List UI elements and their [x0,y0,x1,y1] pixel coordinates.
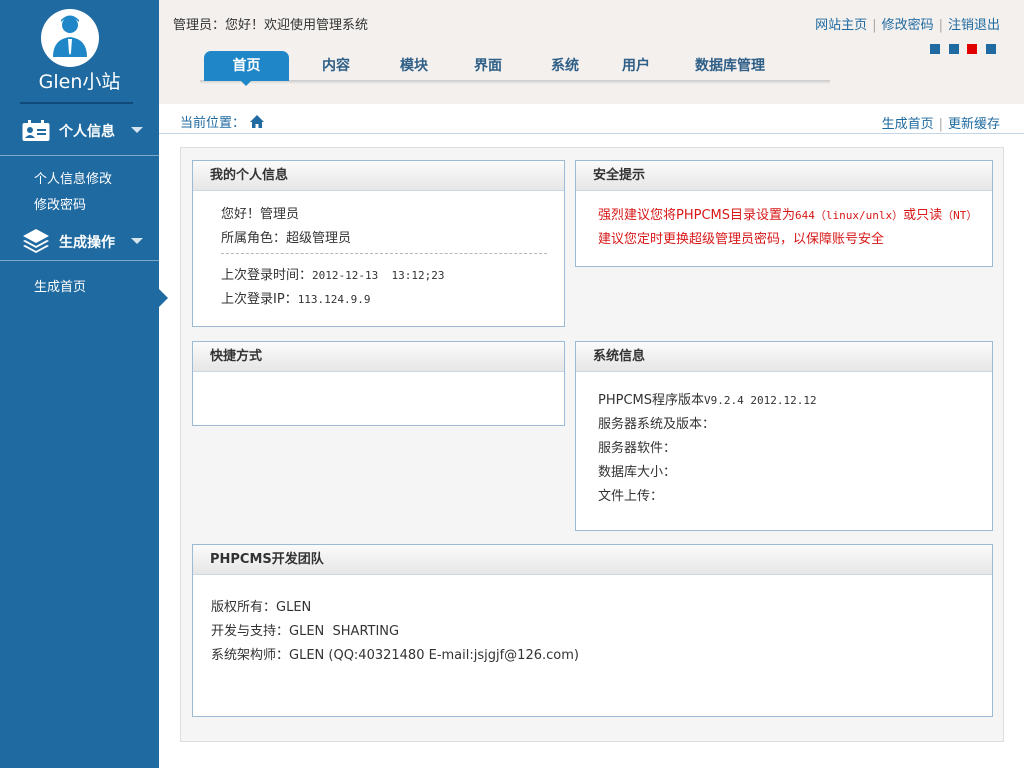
panel-shortcuts: 快捷方式 [192,341,565,426]
last-login-ip-value: 113.124.9.9 [297,293,371,306]
last-login-time-label: 上次登录时间： [221,268,313,283]
dashed-divider [221,253,547,254]
panel-title: 我的个人信息 [193,161,564,191]
last-login-time-value: 2012-12-13 13:12;23 [312,269,445,282]
security-tip-text: 强烈建议您将PHPCMS目录设置为 [598,208,795,223]
link-site-home[interactable]: 网站主页 [815,18,867,33]
link-change-password[interactable]: 修改密码 [882,18,934,33]
generate-home-link[interactable]: 生成首页 [882,117,934,132]
sidebar-section-generate[interactable]: 生成操作 [0,217,159,266]
security-tip-text: 或只读 [903,208,943,223]
security-tip-text: （NT） [942,209,978,222]
logo-text: Glen小站 [38,71,121,93]
breadcrumb-label: 当前位置： [180,116,246,131]
tab-home[interactable]: 首页 [204,51,289,86]
sidebar: Glen小站 个人信息 个人信息修改 修改密码 生成操作 生成首页 [0,0,159,768]
version-value: V9.2.4 2012.12.12 [704,394,817,407]
link-logout[interactable]: 注销退出 [948,18,1000,33]
panel-title: 快捷方式 [193,342,564,372]
version-label: PHPCMS程序版本 [598,393,704,408]
breadcrumb-divider [159,133,1024,134]
tab-users[interactable]: 用户 [608,51,664,81]
separator: | [938,18,943,33]
sidebar-item-edit-profile[interactable]: 个人信息修改 [34,168,112,187]
refresh-cache-link[interactable]: 更新缓存 [948,117,1000,132]
role-text: 所属角色：超级管理员 [221,231,352,246]
architect-text: 系统架构师：GLEN (QQ:40321480 E-mail:jsjgjf@12… [211,648,579,663]
home-icon[interactable] [249,114,265,133]
layers-icon [22,227,50,258]
tab-interface[interactable]: 界面 [460,51,516,81]
panel-title: 系统信息 [576,342,992,372]
chevron-down-icon [131,127,143,133]
logo-divider [20,102,133,104]
sidebar-section-personal-info[interactable]: 个人信息 [0,106,159,155]
tab-system[interactable]: 系统 [537,51,593,81]
divider [0,155,159,156]
skin-swatch-4[interactable] [986,44,996,54]
greeting-text: 您好！管理员 [221,207,300,222]
sidebar-section-label: 个人信息 [59,124,115,140]
last-login-ip: 上次登录IP：113.124.9.9 [221,288,371,307]
dev-support-text: 开发与支持：GLEN SHARTING [211,624,400,639]
chevron-down-icon [131,238,143,244]
top-links: 网站主页 | 修改密码 | 注销退出 [815,14,1000,33]
skin-swatch-2[interactable] [949,44,959,54]
security-tip-2: 建议您定时更换超级管理员密码，以保障账号安全 [598,232,885,247]
server-os-text: 服务器系统及版本： [598,417,716,432]
db-size-text: 数据库大小： [598,465,677,480]
skin-swatch-1[interactable] [930,44,940,54]
sidebar-item-change-password[interactable]: 修改密码 [34,194,86,213]
breadcrumb-actions: 生成首页 | 更新缓存 [882,113,1000,132]
panel-title: PHPCMS开发团队 [193,545,992,575]
tab-modules[interactable]: 模块 [386,51,442,81]
breadcrumb: 当前位置： [180,112,265,133]
skin-swatch-3[interactable] [967,44,977,54]
welcome-text: 管理员：您好！欢迎使用管理系统 [173,18,369,33]
separator: | [938,117,943,132]
sidebar-item-generate-home[interactable]: 生成首页 [34,276,86,295]
separator: | [872,18,877,33]
last-login-time: 上次登录时间：2012-12-13 13:12;23 [221,264,444,283]
tab-content[interactable]: 内容 [308,51,364,81]
last-login-ip-label: 上次登录IP： [221,292,298,307]
sidebar-section-label: 生成操作 [59,235,115,251]
panel-title: 安全提示 [576,161,992,191]
copyright-text: 版权所有：GLEN [211,600,312,615]
file-upload-text: 文件上传： [598,489,664,504]
id-card-icon [22,120,50,145]
tab-database[interactable]: 数据库管理 [686,51,774,81]
security-tip-text: 644（linux/unlx） [795,209,904,222]
version-text: PHPCMS程序版本V9.2.4 2012.12.12 [598,389,817,408]
logo-avatar-icon [41,9,99,67]
active-item-pointer-icon [159,289,168,307]
security-tip-1: 强烈建议您将PHPCMS目录设置为644（linux/unlx）或只读（NT） [598,204,977,223]
server-software-text: 服务器软件： [598,441,677,456]
divider [0,260,159,261]
